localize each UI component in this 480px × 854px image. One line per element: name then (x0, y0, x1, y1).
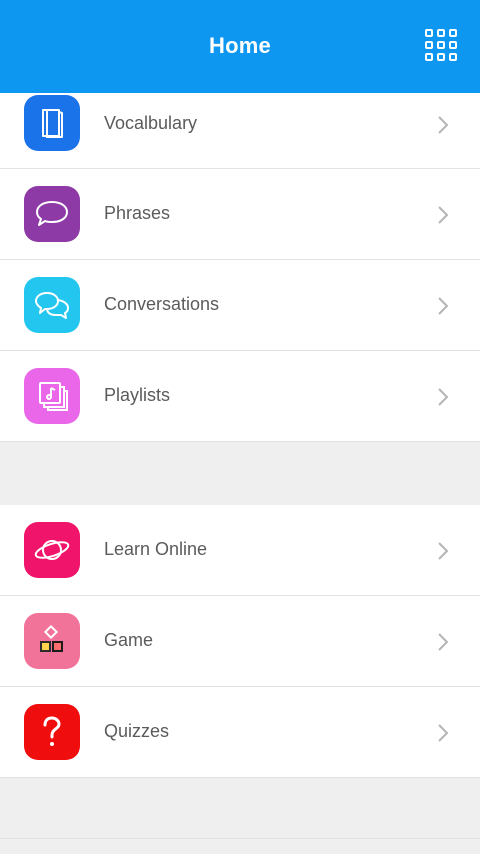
menu-section-activities: Learn Online Game Quizzes (0, 505, 480, 778)
chevron-right-icon (438, 633, 449, 651)
list-item-phrases[interactable]: Phrases (0, 169, 480, 260)
chevron-right-icon (438, 116, 449, 134)
chevron-right-icon (438, 388, 449, 406)
chevron-right-icon (438, 542, 449, 560)
list-item-label: Phrases (104, 203, 171, 223)
list-item-vocabulary[interactable]: Vocalbulary (0, 93, 480, 169)
planet-icon (24, 522, 80, 578)
list-item-label: Learn Online (104, 539, 208, 559)
shapes-icon (24, 613, 80, 669)
book-icon (24, 95, 80, 151)
chevron-right-icon (438, 206, 449, 224)
page-title: Home (209, 33, 271, 58)
chevron-right-icon (438, 297, 449, 315)
menu-section-learning: Vocalbulary Phrases Conversations Playli… (0, 93, 480, 442)
chat-bubbles-icon (24, 277, 80, 333)
music-playlist-icon (24, 368, 80, 424)
list-item-label: Conversations (104, 294, 220, 314)
list-item-conversations[interactable]: Conversations (0, 260, 480, 351)
grid-icon[interactable] (424, 28, 458, 62)
divider (0, 838, 480, 839)
speech-bubble-icon (24, 186, 80, 242)
app-screen: Home Vocalbulary Phrases Conversations P… (0, 0, 480, 854)
list-item-label: Playlists (104, 385, 171, 405)
list-item-label: Quizzes (104, 721, 170, 741)
list-item-learn-online[interactable]: Learn Online (0, 505, 480, 596)
chevron-right-icon (438, 724, 449, 742)
question-icon (24, 704, 80, 760)
header-bar: Home (0, 0, 480, 93)
list-item-playlists[interactable]: Playlists (0, 351, 480, 442)
list-item-label: Vocalbulary (104, 113, 198, 133)
list-item-game[interactable]: Game (0, 596, 480, 687)
list-item-label: Game (104, 630, 154, 650)
list-item-quizzes[interactable]: Quizzes (0, 687, 480, 778)
